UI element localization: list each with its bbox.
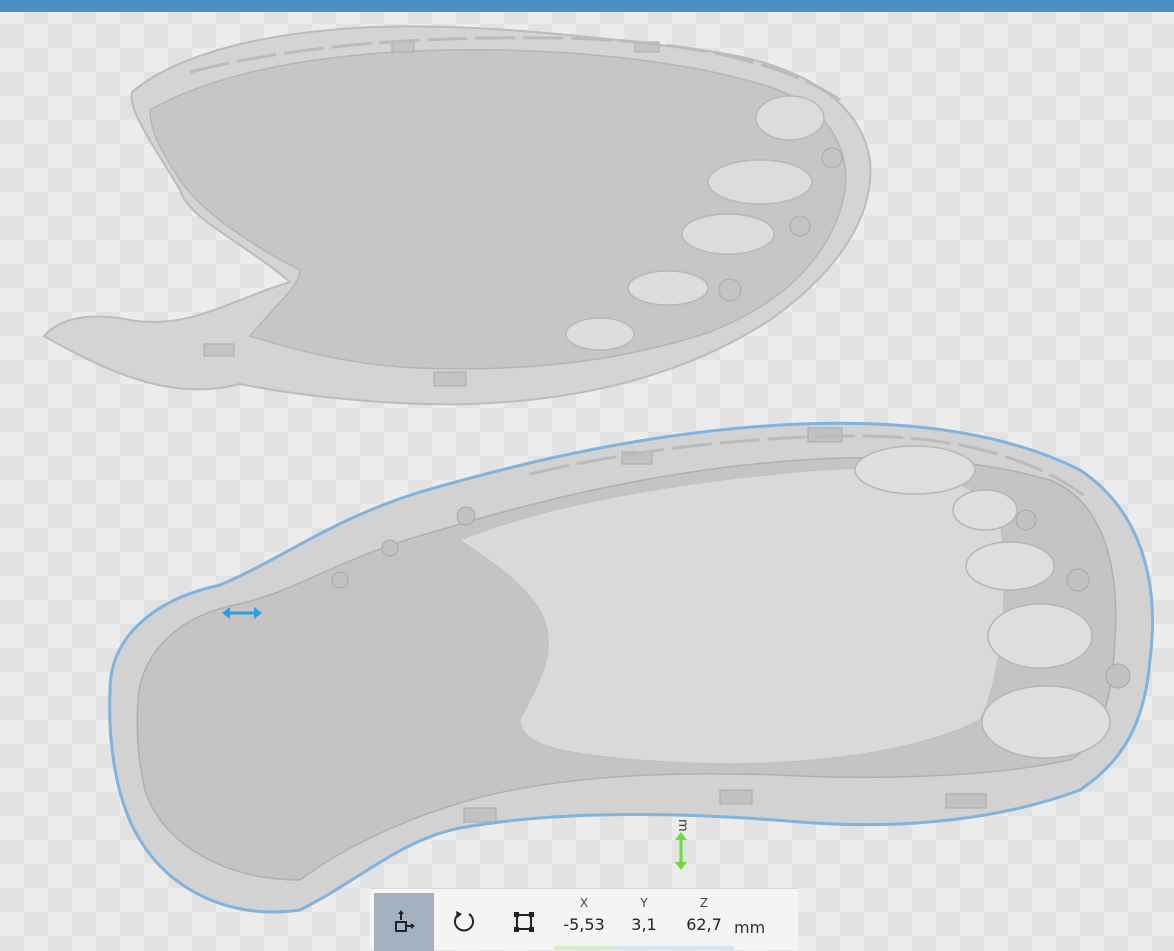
scale-icon <box>514 912 534 932</box>
x-coordinate-value[interactable]: -5,53 <box>554 911 614 939</box>
z-coordinate[interactable]: Z 62,7 <box>674 895 734 939</box>
unit-label: mm <box>734 918 766 937</box>
window-header-bar <box>0 0 1174 12</box>
y-coordinate-label: Y <box>640 896 648 910</box>
shoe-model-lower-selected[interactable] <box>108 421 1154 914</box>
3d-viewport[interactable]: m <box>0 12 1174 950</box>
rotate-icon <box>454 911 474 932</box>
y-field-indicator <box>614 946 734 950</box>
shoe-model-upper[interactable] <box>42 25 872 406</box>
z-coordinate-label: Z <box>699 896 709 910</box>
axis-marker-label: m <box>675 819 690 832</box>
x-coordinate-label: X <box>579 896 589 910</box>
scale-tool-button[interactable] <box>494 893 554 951</box>
z-coordinate-value[interactable]: 62,7 <box>674 911 734 939</box>
x-coordinate[interactable]: X -5,53 <box>554 895 614 939</box>
rotate-tool-button[interactable] <box>434 893 494 951</box>
x-field-indicator <box>554 946 614 950</box>
y-coordinate[interactable]: Y 3,1 <box>614 895 674 939</box>
move-tool-button[interactable] <box>374 893 434 951</box>
transform-toolbar: X -5,53 Y 3,1 Z 62,7 mm <box>370 888 798 951</box>
z-axis-handle[interactable] <box>675 832 687 870</box>
move-icon <box>395 910 415 932</box>
y-coordinate-value[interactable]: 3,1 <box>614 911 674 939</box>
